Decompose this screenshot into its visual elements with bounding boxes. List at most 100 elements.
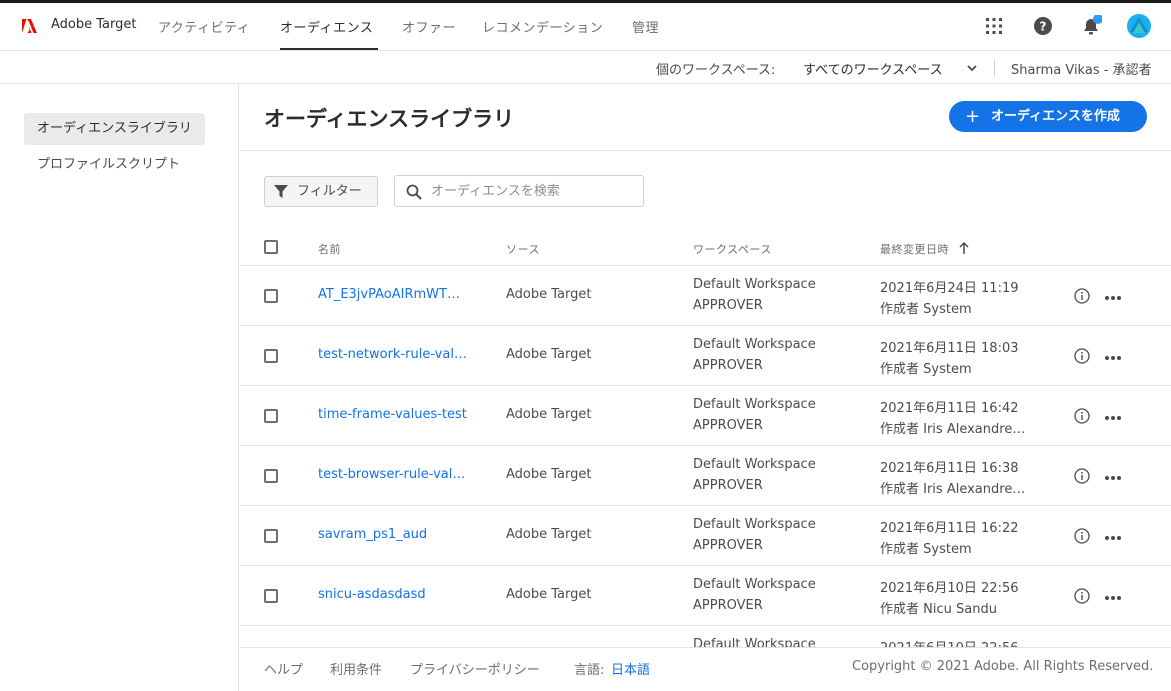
audience-modified-date: 2021年6月11日 16:42 (880, 401, 1019, 416)
row-checkbox[interactable] (264, 349, 278, 363)
more-icon[interactable] (1105, 594, 1123, 600)
audience-name-link[interactable]: AT_E3jvPAoAIRmWT… (318, 287, 460, 302)
footer-help-link[interactable]: ヘルプ (264, 659, 303, 678)
more-icon[interactable] (1105, 354, 1123, 360)
column-header-modified[interactable]: 最終変更日時 (880, 241, 949, 257)
main-content: オーディエンスライブラリ + オーディエンスを作成 フィルター 名前 ソース ワ… (240, 84, 1171, 691)
audience-name-link[interactable]: savram_ps1_aud (318, 527, 427, 542)
table-row[interactable]: time-frame-values-test Adobe Target Defaul… (240, 386, 1171, 446)
create-audience-label: オーディエンスを作成 (991, 109, 1120, 124)
sidebar-item-profile-scripts[interactable]: プロファイルスクリプト (24, 149, 193, 181)
info-icon[interactable] (1074, 528, 1090, 544)
brand-name[interactable]: Adobe Target (51, 17, 136, 32)
table-row[interactable]: savram_ps1_aud Adobe Target Default Worksp… (240, 506, 1171, 566)
workspace-select[interactable]: すべてのワークスペース (803, 59, 943, 78)
apps-grid-icon[interactable] (983, 15, 1005, 37)
audience-modified-date: 2021年6月11日 18:03 (880, 341, 1019, 356)
footer-language-link[interactable]: 日本語 (611, 659, 650, 678)
audience-role: APPROVER (693, 418, 763, 433)
info-icon[interactable] (1074, 408, 1090, 424)
nav-item-offers[interactable]: オファー (402, 17, 456, 36)
workspace-bar: 個のワークスペース: すべてのワークスペース Sharma Vikas - 承認… (0, 51, 1171, 84)
row-checkbox[interactable] (264, 529, 278, 543)
search-icon (406, 184, 422, 200)
row-checkbox[interactable] (264, 469, 278, 483)
audience-role: APPROVER (693, 538, 763, 553)
audience-name-link[interactable]: test-network-rule-val… (318, 347, 467, 362)
audience-source: Adobe Target (506, 527, 592, 542)
audience-source: Adobe Target (506, 467, 592, 482)
nav-item-recommendations[interactable]: レコメンデーション (482, 17, 603, 36)
audience-workspace: Default Workspace (693, 277, 816, 292)
nav-item-admin[interactable]: 管理 (632, 17, 659, 36)
info-icon[interactable] (1074, 468, 1090, 484)
audience-role: APPROVER (693, 598, 763, 613)
adobe-logo-icon[interactable] (21, 18, 37, 34)
row-checkbox[interactable] (264, 409, 278, 423)
row-checkbox[interactable] (264, 589, 278, 603)
audience-workspace: Default Workspace (693, 517, 816, 532)
filter-label: フィルター (297, 184, 362, 199)
more-icon[interactable] (1105, 474, 1123, 480)
plus-icon: + (965, 106, 981, 127)
sidebar-item-audience-library[interactable]: オーディエンスライブラリ (24, 113, 205, 145)
info-icon[interactable] (1074, 348, 1090, 364)
audience-author: 作成者 System (880, 542, 972, 557)
audience-source: Adobe Target (506, 347, 592, 362)
sidebar: オーディエンスライブラリ プロファイルスクリプト (0, 84, 239, 691)
table-row[interactable]: test-network-rule-val… Adobe Target Defaul… (240, 326, 1171, 386)
active-tab-indicator (280, 48, 378, 50)
info-icon[interactable] (1074, 288, 1090, 304)
audience-name-link[interactable]: test-browser-rule-val… (318, 467, 465, 482)
table-row[interactable]: test-browser-rule-val… Adobe Target Defaul… (240, 446, 1171, 506)
footer-copyright: Copyright © 2021 Adobe. All Rights Reser… (852, 659, 1154, 674)
row-checkbox[interactable] (264, 289, 278, 303)
create-audience-button[interactable]: + オーディエンスを作成 (949, 101, 1147, 132)
footer-privacy-link[interactable]: プライバシーポリシー (410, 659, 540, 678)
more-icon[interactable] (1105, 294, 1123, 300)
table-row[interactable]: AT_E3jvPAoAIRmWT… Adobe Target Default Wor… (240, 266, 1171, 326)
more-icon[interactable] (1105, 414, 1123, 420)
footer: ヘルプ 利用条件 プライバシーポリシー 言語: 日本語 Copyright © … (240, 647, 1171, 691)
audience-author: 作成者 System (880, 362, 972, 377)
audience-source: Adobe Target (506, 407, 592, 422)
workspace-prefix: 個のワークスペース: (656, 63, 776, 78)
audience-workspace: Default Workspace (693, 457, 816, 472)
audience-role: APPROVER (693, 358, 763, 373)
nav-item-activities[interactable]: アクティビティ (158, 17, 250, 36)
audience-workspace: Default Workspace (693, 577, 816, 592)
chevron-down-icon[interactable] (966, 62, 978, 74)
column-header-name[interactable]: 名前 (318, 241, 341, 257)
more-icon[interactable] (1105, 534, 1123, 540)
audience-modified-date: 2021年6月10日 22:56 (880, 581, 1019, 596)
help-icon[interactable]: ? (1032, 15, 1054, 37)
audience-name-link[interactable]: snicu-asdasdasd (318, 587, 426, 602)
audience-modified-date: 2021年6月24日 11:19 (880, 281, 1019, 296)
table-header: 名前 ソース ワークスペース 最終変更日時 (240, 234, 1171, 266)
top-nav: Adobe Target アクティビティ オーディエンス オファー レコメンデー… (0, 3, 1171, 51)
search-field[interactable] (394, 175, 644, 207)
user-role[interactable]: Sharma Vikas - 承認者 (1011, 59, 1152, 78)
avatar[interactable] (1127, 14, 1151, 38)
audience-author: 作成者 Iris Alexandre… (880, 422, 1026, 437)
search-input[interactable] (429, 181, 634, 201)
nav-item-audiences[interactable]: オーディエンス (280, 17, 373, 36)
audience-workspace: Default Workspace (693, 337, 816, 352)
audience-name-link[interactable]: time-frame-values-test (318, 407, 467, 422)
audience-role: APPROVER (693, 478, 763, 493)
audience-author: 作成者 Iris Alexandre… (880, 482, 1026, 497)
table-row[interactable]: snicu-asdasdasd Adobe Target Default Works… (240, 566, 1171, 626)
audience-author: 作成者 Nicu Sandu (880, 602, 997, 617)
select-all-checkbox[interactable] (264, 240, 278, 254)
column-header-workspace[interactable]: ワークスペース (693, 241, 772, 257)
audience-modified-date: 2021年6月11日 16:38 (880, 461, 1019, 476)
info-icon[interactable] (1074, 588, 1090, 604)
footer-terms-link[interactable]: 利用条件 (330, 659, 382, 678)
audience-author: 作成者 System (880, 302, 972, 317)
filter-button[interactable]: フィルター (264, 176, 378, 207)
audience-role: APPROVER (693, 298, 763, 313)
sort-up-icon[interactable] (958, 241, 970, 255)
bell-icon[interactable] (1080, 15, 1102, 37)
divider (240, 150, 1171, 151)
column-header-source[interactable]: ソース (506, 241, 540, 257)
